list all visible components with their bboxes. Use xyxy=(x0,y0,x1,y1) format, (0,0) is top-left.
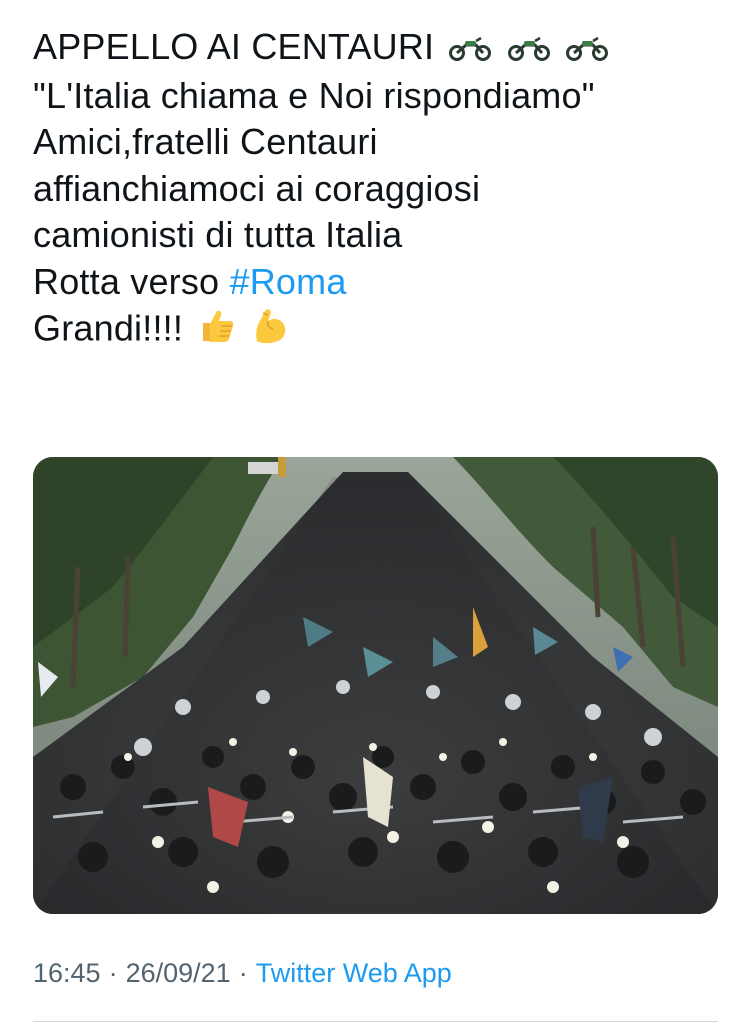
thumbs-up-icon xyxy=(197,305,237,357)
tweet-line-5: camionisti di tutta Italia xyxy=(33,214,403,256)
tweet-line-7: Grandi!!!! xyxy=(33,305,723,357)
motorbike-icon xyxy=(448,26,492,73)
tweet-text: APPELLO AI CENTAURI "L'Italia chiama e N… xyxy=(33,24,723,357)
photo-motorcycle-rally xyxy=(33,457,718,914)
tweet-line-3: Amici,fratelli Centauri xyxy=(33,121,378,163)
separator: · xyxy=(108,958,118,988)
tweet-line-6-text: Rotta verso xyxy=(33,260,230,302)
tweet-closing: Grandi!!!! xyxy=(33,307,184,349)
separator: · xyxy=(238,958,248,988)
divider xyxy=(33,1021,718,1022)
source-link[interactable]: Twitter Web App xyxy=(256,958,452,988)
tweet-line-4: affianchiamoci ai coraggiosi xyxy=(33,167,481,209)
motorbike-icon xyxy=(565,26,609,73)
tweet-line-6: Rotta verso #Roma xyxy=(33,259,723,306)
hashtag-link[interactable]: #Roma xyxy=(229,261,346,302)
tweet-time[interactable]: 16:45 xyxy=(33,958,101,988)
tweet-photo[interactable] xyxy=(33,457,718,914)
motorbike-icon xyxy=(507,26,551,73)
tweet-text-title: APPELLO AI CENTAURI xyxy=(33,26,435,67)
flexed-bicep-icon xyxy=(251,305,291,357)
tweet-meta: 16:45 · 26/09/21 · Twitter Web App xyxy=(33,958,452,989)
tweet-line-2: "L'Italia chiama e Noi rispondiamo" xyxy=(33,74,595,116)
tweet-date[interactable]: 26/09/21 xyxy=(126,958,231,988)
tweet-line-1: APPELLO AI CENTAURI xyxy=(33,24,723,73)
